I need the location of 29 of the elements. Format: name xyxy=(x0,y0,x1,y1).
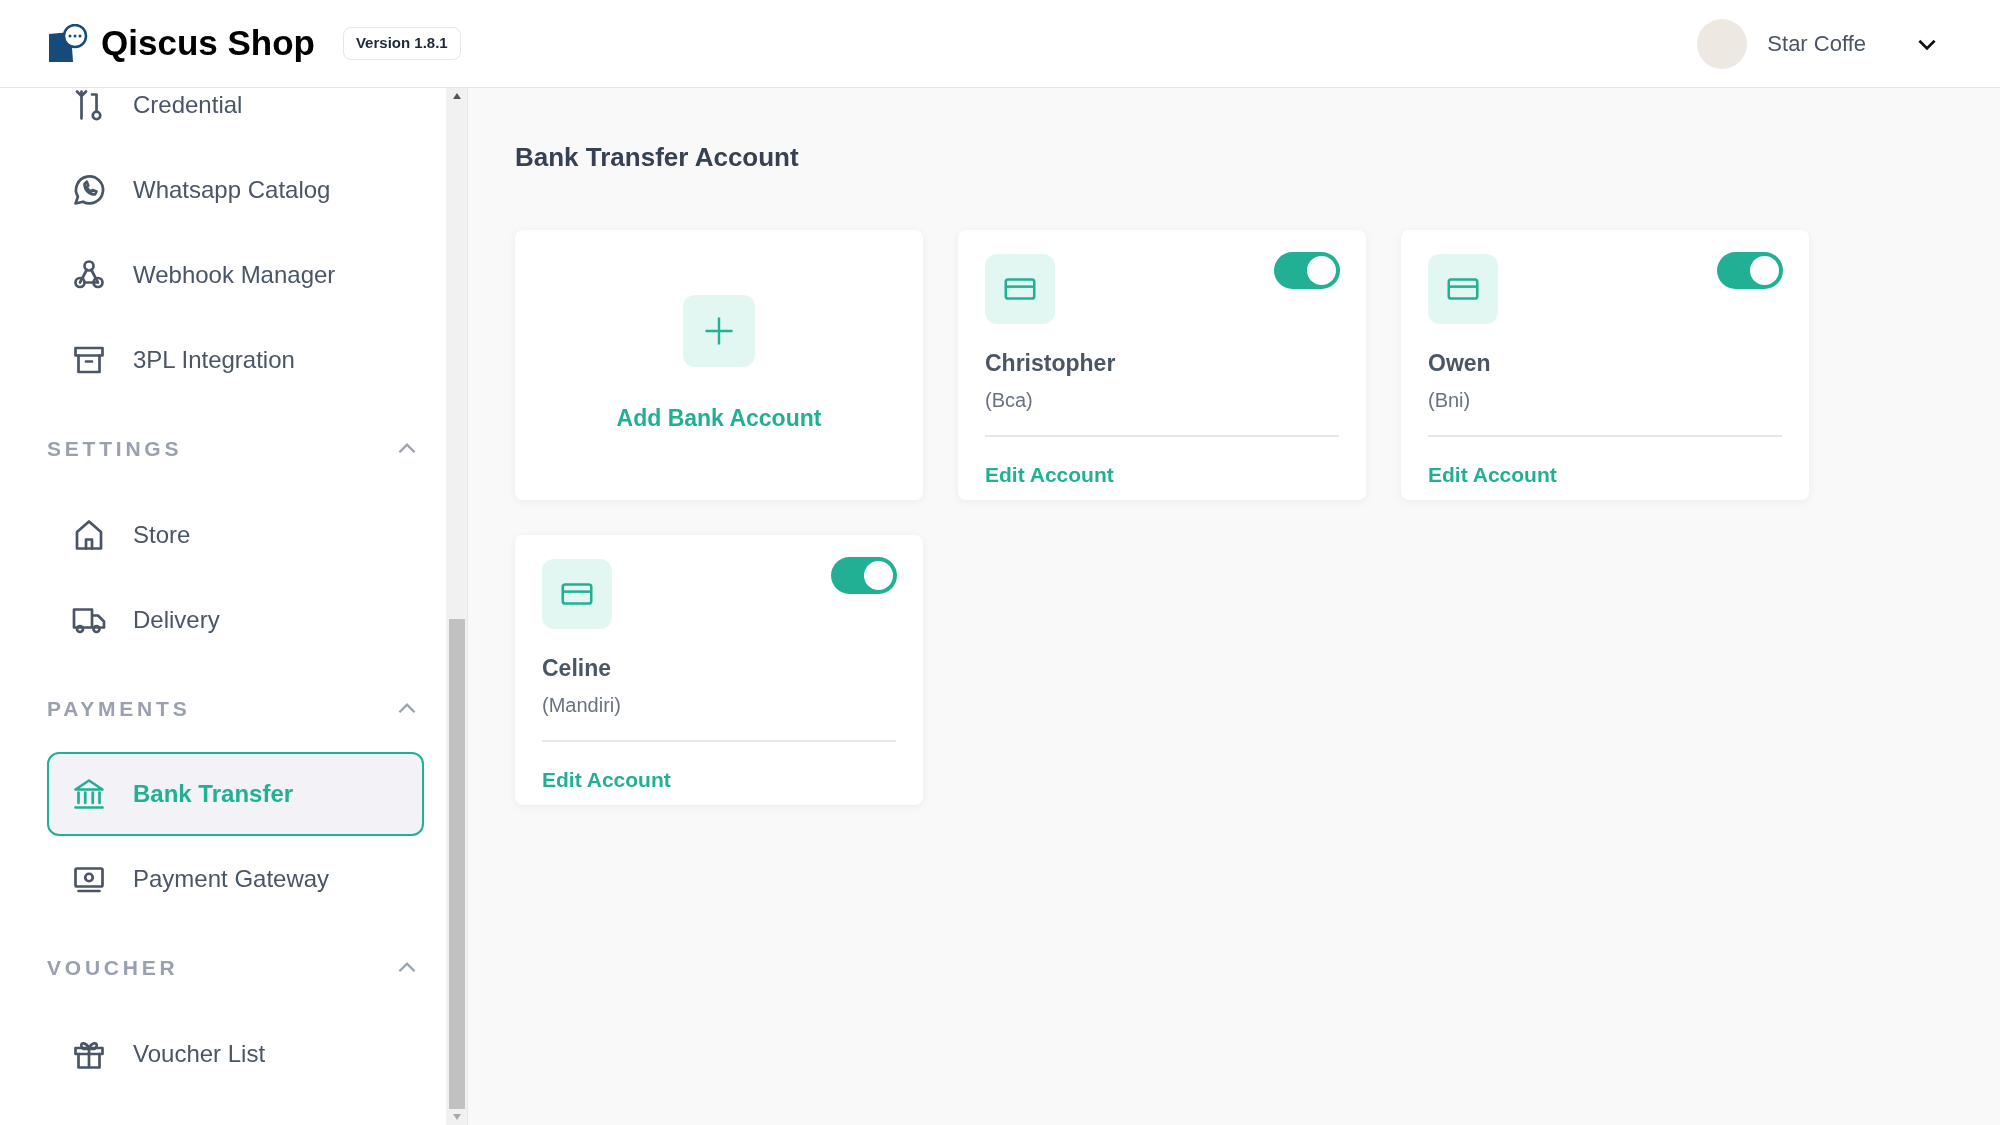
version-badge: Version 1.8.1 xyxy=(342,27,461,60)
bank-building-icon xyxy=(71,776,107,812)
account-name: Celine xyxy=(542,654,613,683)
bank-name: (Bca) xyxy=(985,387,1034,413)
sidebar-item[interactable]: 3PL Integration xyxy=(47,317,424,402)
account-name: Owen xyxy=(1428,349,1492,378)
sidebar-item[interactable]: Delivery xyxy=(47,577,424,662)
bank-name: (Mandiri) xyxy=(542,692,622,718)
toggle-switch[interactable] xyxy=(831,557,897,594)
brand-name: Qiscus Shop xyxy=(101,22,315,65)
sidebar-item[interactable]: Webhook Manager xyxy=(47,232,424,317)
scroll-down-arrow-icon[interactable] xyxy=(451,1113,462,1121)
scroll-up-arrow-icon[interactable] xyxy=(451,92,462,100)
page-title: Bank Transfer Account xyxy=(515,141,800,174)
section-heading: PAYMENTS xyxy=(47,696,191,723)
sidebar-item[interactable]: Store xyxy=(47,492,424,577)
toggle-switch[interactable] xyxy=(1717,252,1783,289)
toggle-switch[interactable] xyxy=(1274,252,1340,289)
bank-name: (Bni) xyxy=(1428,387,1472,413)
sidebar-item[interactable]: Payment Gateway xyxy=(47,836,424,921)
sidebar-item[interactable]: Voucher List xyxy=(47,1011,424,1096)
section-heading: SETTINGS xyxy=(47,436,183,463)
section-heading: VOUCHER xyxy=(47,955,179,982)
sidebar-item[interactable]: Credential xyxy=(47,88,424,147)
shopping-bag-chat-logo-icon xyxy=(47,23,89,64)
scrollbar[interactable] xyxy=(446,88,468,1125)
sidebar-item[interactable]: Whatsapp Catalog xyxy=(47,147,424,232)
user-name: Star Coffe xyxy=(1767,30,1866,58)
account-name: Christopher xyxy=(985,349,1117,378)
